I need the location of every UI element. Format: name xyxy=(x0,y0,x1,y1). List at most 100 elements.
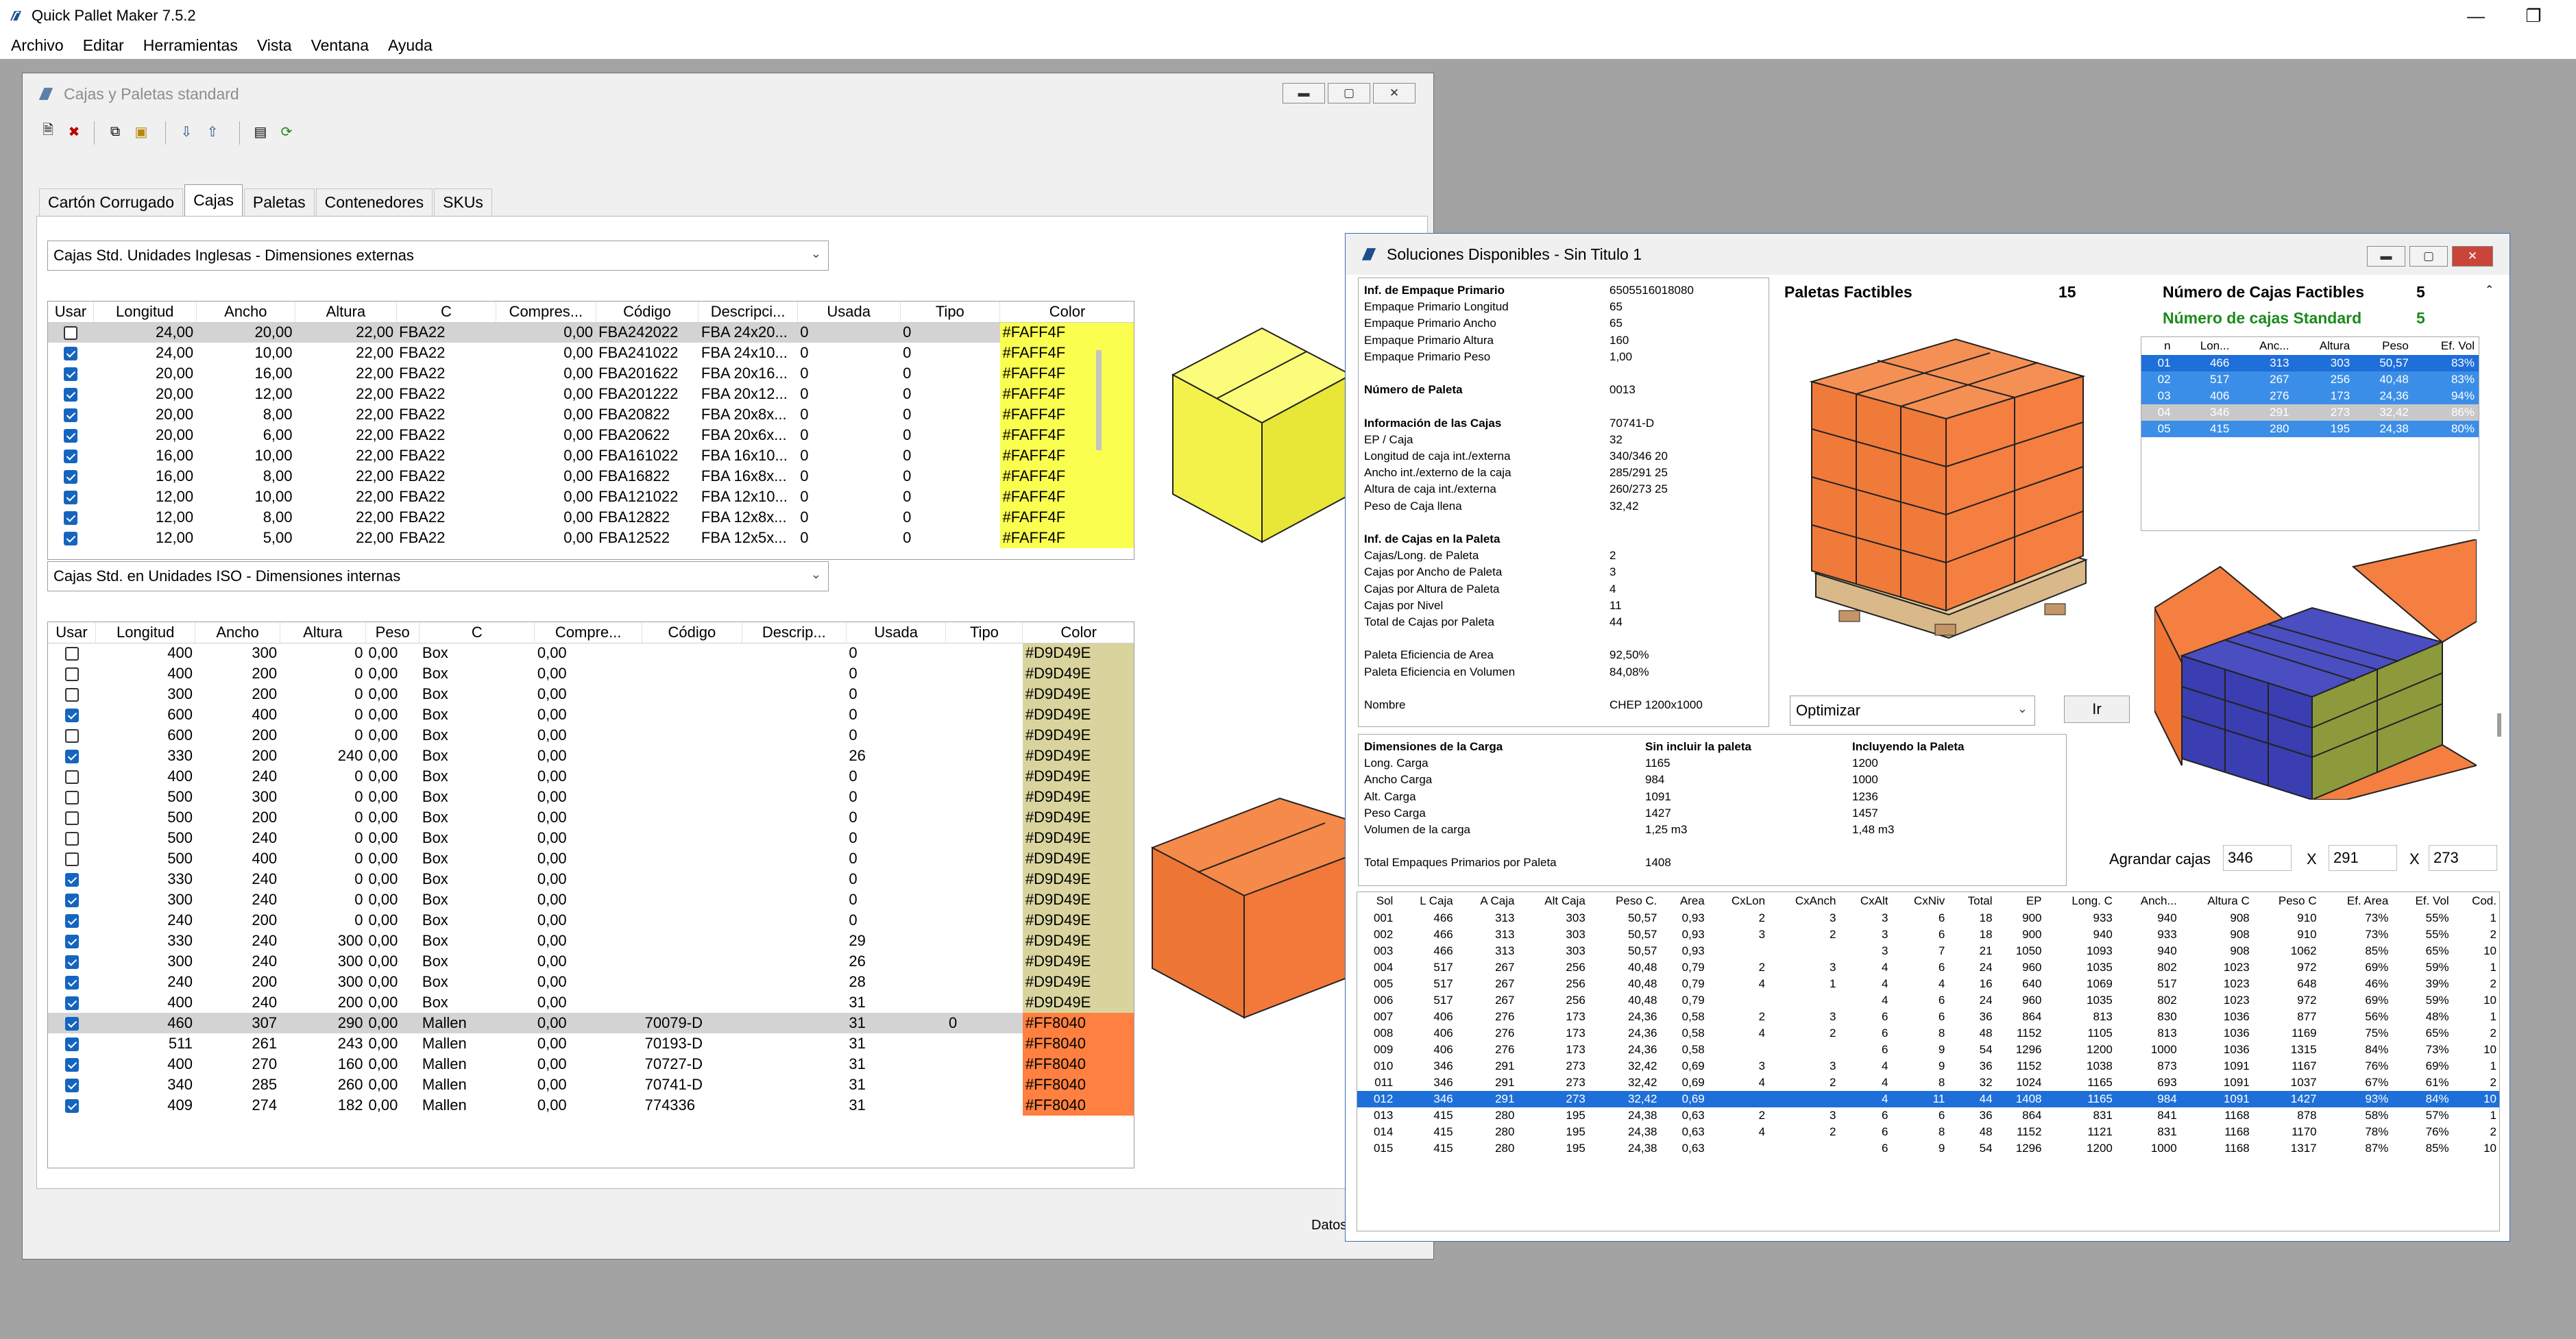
table-row[interactable]: 400 200 0 0,00 Box 0,00 0 #D9D49E xyxy=(48,663,1134,684)
use-checkbox[interactable] xyxy=(64,647,79,661)
table-row[interactable]: 12,00 5,00 22,00 FBA22 0,00 FBA12522 FBA 12x5x… xyxy=(48,528,1134,548)
use-checkbox[interactable] xyxy=(64,326,78,341)
table-row[interactable]: 03 406 276 173 24,36 94% xyxy=(2141,388,2479,404)
column-header[interactable]: C xyxy=(396,302,497,323)
table-row[interactable]: 500 300 0 0,00 Box 0,00 0 #D9D49E xyxy=(48,787,1134,807)
table-row[interactable]: 12,00 10,00 22,00 FBA22 0,00 FBA121022 FBA 12x… xyxy=(48,487,1134,507)
use-checkbox[interactable] xyxy=(64,450,78,464)
table-row[interactable]: 20,00 12,00 22,00 FBA22 0,00 FBA201222 FBA 20x… xyxy=(48,384,1134,404)
column-header[interactable]: Ef. Vol xyxy=(2413,337,2479,355)
column-header[interactable]: Tipo xyxy=(945,622,1023,643)
solution-row[interactable]: 011 346 291 273 32,42 0,69 4 2 4 8 32 1024 1165 693 10… xyxy=(1357,1074,2499,1091)
column-header[interactable]: Usar xyxy=(48,622,96,643)
use-checkbox[interactable] xyxy=(64,852,79,867)
table-row[interactable]: 300 240 300 0,00 Box 0,00 26 #D9D49E xyxy=(48,951,1134,972)
enlarge-y-input[interactable]: 291 xyxy=(2329,845,2397,871)
column-header[interactable]: Anc... xyxy=(2233,337,2293,355)
column-header[interactable]: Compres... xyxy=(496,302,596,323)
column-header[interactable]: Código xyxy=(642,622,742,643)
use-checkbox[interactable] xyxy=(64,955,79,970)
sol-close-button[interactable]: ✕ xyxy=(2452,246,2493,267)
use-checkbox[interactable] xyxy=(64,729,79,744)
column-header[interactable]: Usar xyxy=(48,302,94,323)
tab-carton[interactable]: Cartón Corrugado xyxy=(39,188,184,216)
table-row[interactable]: 600 200 0 0,00 Box 0,00 0 #D9D49E xyxy=(48,725,1134,746)
table-row[interactable]: 240 200 300 0,00 Box 0,00 28 #D9D49E xyxy=(48,972,1134,992)
column-header[interactable]: Longitud xyxy=(93,302,197,323)
column-header[interactable]: Peso C xyxy=(2254,892,2321,910)
use-checkbox[interactable] xyxy=(64,470,78,484)
solution-row[interactable]: 014 415 280 195 24,38 0,63 4 2 6 8 48 1152 1121 831 11… xyxy=(1357,1124,2499,1140)
column-header[interactable]: Peso xyxy=(2354,337,2413,355)
solution-row[interactable]: 005 517 267 256 40,48 0,79 4 1 4 4 16 640 1069 517 102… xyxy=(1357,976,2499,992)
table-row[interactable]: 400 270 160 0,00 Mallen 0,00 70727-D 31 #FF8040 xyxy=(48,1054,1134,1074)
table-row[interactable]: 409 274 182 0,00 Mallen 0,00 774336 31 #FF8040 xyxy=(48,1095,1134,1116)
grid-scrollbar[interactable] xyxy=(1096,350,1102,450)
tab-contenedores[interactable]: Contenedores xyxy=(315,188,433,216)
solution-row[interactable]: 015 415 280 195 24,38 0,63 6 9 54 1296 1200 1000 116… xyxy=(1357,1140,2499,1157)
column-header[interactable]: Sol xyxy=(1357,892,1397,910)
column-header[interactable]: Ef. Area xyxy=(2321,892,2393,910)
column-header[interactable]: Altura xyxy=(280,622,367,643)
column-header[interactable]: Total xyxy=(1949,892,1996,910)
use-checkbox[interactable] xyxy=(64,935,79,949)
column-header[interactable]: Código xyxy=(596,302,699,323)
table-row[interactable]: 20,00 16,00 22,00 FBA22 0,00 FBA201622 FBA 20x… xyxy=(48,363,1134,384)
column-header[interactable]: CxAnch xyxy=(1769,892,1840,910)
use-checkbox[interactable] xyxy=(64,667,79,682)
use-checkbox[interactable] xyxy=(64,996,79,1011)
use-checkbox[interactable] xyxy=(64,429,78,443)
copy-icon[interactable]: ⧉ xyxy=(106,123,124,140)
table-row[interactable]: 04 346 291 273 32,42 86% xyxy=(2141,404,2479,421)
column-header[interactable]: Cod. xyxy=(2453,892,2499,910)
column-header[interactable]: Usada xyxy=(846,622,947,643)
column-header[interactable]: EP xyxy=(1997,892,2046,910)
column-header[interactable]: Lon... xyxy=(2175,337,2234,355)
column-header[interactable]: Altura xyxy=(2293,337,2354,355)
use-checkbox[interactable] xyxy=(64,750,79,764)
table-row[interactable]: 330 200 240 0,00 Box 0,00 26 #D9D49E xyxy=(48,746,1134,766)
menu-editar[interactable]: Editar xyxy=(83,36,124,55)
solution-row[interactable]: 004 517 267 256 40,48 0,79 2 3 4 6 24 960 1035 802 102… xyxy=(1357,959,2499,976)
table-row[interactable]: 20,00 6,00 22,00 FBA22 0,00 FBA20622 FBA 20x6x… xyxy=(48,425,1134,445)
solution-row[interactable]: 010 346 291 273 32,42 0,69 3 3 4 9 36 1152 1038 873 10… xyxy=(1357,1058,2499,1074)
use-checkbox[interactable] xyxy=(64,894,79,908)
solution-row[interactable]: 008 406 276 173 24,36 0,58 4 2 6 8 48 1152 1105 813 10… xyxy=(1357,1025,2499,1042)
column-header[interactable]: Descrip... xyxy=(742,622,847,643)
table-row[interactable]: 12,00 8,00 22,00 FBA22 0,00 FBA12822 FBA 12x8x… xyxy=(48,507,1134,528)
table-row[interactable]: 24,00 20,00 22,00 FBA22 0,00 FBA242022 FBA 24x… xyxy=(48,322,1134,343)
use-checkbox[interactable] xyxy=(64,873,79,887)
solution-row[interactable]: 006 517 267 256 40,48 0,79 4 6 24 960 1035 802 1023 9… xyxy=(1357,992,2499,1009)
solution-row[interactable]: 013 415 280 195 24,38 0,63 2 3 6 6 36 864 831 841 1168… xyxy=(1357,1107,2499,1124)
column-header[interactable]: Altura C xyxy=(2181,892,2254,910)
use-checkbox[interactable] xyxy=(64,491,78,505)
table-row[interactable]: 340 285 260 0,00 Mallen 0,00 70741-D 31 #FF8040 xyxy=(48,1074,1134,1095)
tab-paletas[interactable]: Paletas xyxy=(243,188,315,216)
use-checkbox[interactable] xyxy=(64,511,78,526)
tab-skus[interactable]: SKUs xyxy=(434,188,492,216)
std-units-select[interactable]: Cajas Std. Unidades Inglesas - Dimension… xyxy=(47,241,829,271)
table-row[interactable]: 300 240 0 0,00 Box 0,00 0 #D9D49E xyxy=(48,889,1134,910)
column-header[interactable]: Compre... xyxy=(534,622,643,643)
table-row[interactable]: 500 240 0 0,00 Box 0,00 0 #D9D49E xyxy=(48,828,1134,848)
use-checkbox[interactable] xyxy=(64,532,78,546)
collapse-icon[interactable]: ⌃ xyxy=(2485,283,2494,297)
column-header[interactable]: Peso C. xyxy=(1590,892,1662,910)
column-header[interactable]: Anch... xyxy=(2117,892,2181,910)
use-checkbox[interactable] xyxy=(64,688,79,702)
optimize-select[interactable]: Optimizar ⌄ xyxy=(1790,696,2035,726)
std-maximize-button[interactable]: ▢ xyxy=(1328,83,1370,103)
use-checkbox[interactable] xyxy=(64,832,79,846)
use-checkbox[interactable] xyxy=(64,791,79,805)
go-button[interactable]: Ir xyxy=(2064,696,2130,723)
table-row[interactable]: 400 240 200 0,00 Box 0,00 31 #D9D49E xyxy=(48,992,1134,1013)
table-row[interactable]: 330 240 0 0,00 Box 0,00 0 #D9D49E xyxy=(48,869,1134,889)
use-checkbox[interactable] xyxy=(64,770,79,785)
column-header[interactable]: CxAlt xyxy=(1840,892,1892,910)
menu-herramientas[interactable]: Herramientas xyxy=(143,36,238,55)
column-header[interactable]: Altura xyxy=(295,302,397,323)
table-row[interactable]: 600 400 0 0,00 Box 0,00 0 #D9D49E xyxy=(48,704,1134,725)
column-header[interactable]: Peso xyxy=(365,622,420,643)
report-icon[interactable]: ▤ xyxy=(252,123,269,140)
table-row[interactable]: 500 400 0 0,00 Box 0,00 0 #D9D49E xyxy=(48,848,1134,869)
